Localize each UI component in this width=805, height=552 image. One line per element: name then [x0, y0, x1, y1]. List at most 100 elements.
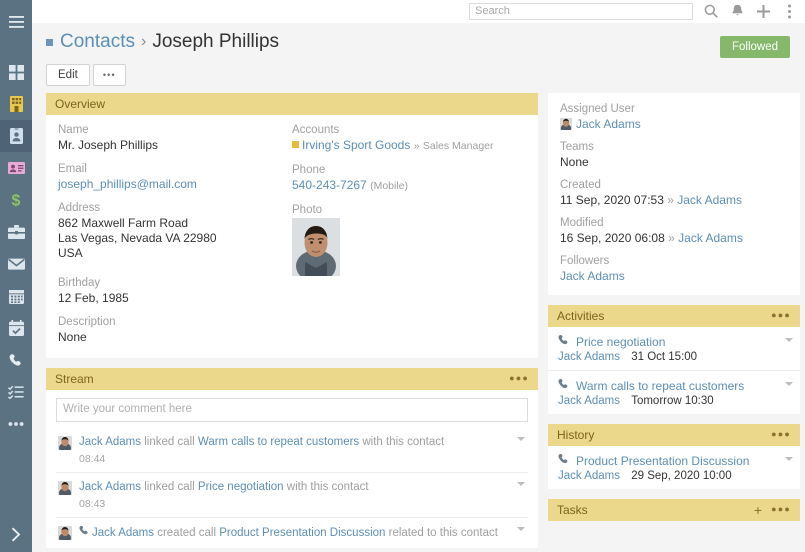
avatar	[58, 436, 72, 450]
chevron-down-icon[interactable]	[517, 437, 525, 441]
sidebar-item-emails[interactable]	[0, 248, 32, 280]
field-email-value[interactable]: joseph_phillips@mail.com	[58, 177, 197, 191]
side-info-body: Assigned User Jack Adams Teams None Crea…	[548, 93, 800, 295]
stream-subject[interactable]: Price negotiation	[198, 481, 284, 493]
field-modified-by[interactable]: Jack Adams	[678, 231, 743, 245]
overview-column-left: Name Mr. Joseph Phillips Email joseph_ph…	[58, 124, 292, 347]
history-name[interactable]: Product Presentation Discussion	[576, 454, 749, 468]
sidebar-item-meetings[interactable]	[0, 312, 32, 344]
main-region: Contacts › Joseph Phillips Followed Edit…	[32, 0, 805, 552]
magnifier-icon[interactable]	[703, 3, 719, 19]
field-address-label: Address	[58, 202, 101, 214]
chevron-down-icon[interactable]	[517, 527, 525, 531]
field-accounts-label: Accounts	[292, 124, 340, 136]
sidebar-item-calendar[interactable]	[0, 280, 32, 312]
list-item: Price negotiation Jack Adams 31 Oct 15:0…	[548, 327, 800, 370]
chevron-down-icon[interactable]	[785, 382, 793, 386]
breadcrumb-link-contacts[interactable]: Contacts	[60, 31, 135, 53]
history-panel-title: History	[557, 427, 595, 442]
field-description: Description None	[58, 316, 292, 345]
field-accounts-value[interactable]: Irving's Sport Goods	[302, 138, 410, 152]
detail-body: Overview Name Mr. Joseph Phillips Email	[32, 93, 805, 548]
tasks-panel-menu-icon[interactable]: ●●●	[771, 505, 791, 514]
stream-panel: Stream ●●● Write your comment here Jack …	[46, 368, 538, 548]
stream-subject[interactable]: Product Presentation Discussion	[219, 527, 385, 539]
field-birthday-value: 12 Feb, 1985	[58, 291, 129, 305]
sidebar-item-contacts[interactable]	[0, 120, 32, 152]
stream-actor[interactable]: Jack Adams	[92, 527, 154, 539]
stream-actor[interactable]: Jack Adams	[79, 481, 141, 493]
sidebar-nav: $	[0, 0, 32, 552]
sidebar-item-calls[interactable]	[0, 344, 32, 376]
phone-icon	[558, 453, 570, 468]
page-header: Contacts › Joseph Phillips Followed	[32, 23, 805, 58]
list-item: Warm calls to repeat customers Jack Adam…	[548, 370, 800, 414]
chevron-down-icon[interactable]	[785, 457, 793, 461]
hamburger-icon[interactable]	[0, 6, 32, 38]
activity-user[interactable]: Jack Adams	[558, 351, 620, 363]
account-marker-icon	[292, 141, 299, 149]
history-panel-menu-icon[interactable]: ●●●	[771, 430, 791, 439]
sidebar-item-leads[interactable]	[0, 152, 32, 184]
stream-list: Jack Adams linked call Warm calls to rep…	[56, 428, 528, 548]
edit-button[interactable]: Edit	[46, 64, 90, 86]
stream-panel-menu-icon[interactable]: ●●●	[509, 374, 529, 383]
history-user[interactable]: Jack Adams	[558, 470, 620, 482]
activities-panel-title: Activities	[557, 308, 605, 323]
stream-action: created call	[157, 527, 217, 539]
sidebar-item-dashboard[interactable]	[0, 56, 32, 88]
sidebar-item-opportunities[interactable]: $	[0, 184, 32, 216]
activity-name[interactable]: Warm calls to repeat customers	[576, 379, 744, 393]
field-created-label: Created	[560, 179, 601, 191]
chevron-down-icon[interactable]	[785, 338, 793, 342]
field-phone-label: Phone	[292, 164, 326, 176]
page-title: Joseph Phillips	[152, 31, 280, 52]
stream-item: Jack Adams linked call Warm calls to rep…	[56, 428, 528, 472]
stream-item: Jack Adams created call Product Presenta…	[56, 517, 528, 548]
stream-suffix: with this contact	[362, 436, 445, 448]
field-birthday-label: Birthday	[58, 277, 101, 289]
stream-suffix: with this contact	[286, 481, 369, 493]
field-followers-label: Followers	[560, 255, 610, 267]
field-created-by[interactable]: Jack Adams	[677, 193, 742, 207]
sidebar-item-accounts[interactable]	[0, 88, 32, 120]
stream-actor[interactable]: Jack Adams	[79, 436, 141, 448]
field-phone: Phone 540-243-7267 (Mobile)	[292, 164, 526, 194]
activity-name[interactable]: Price negotiation	[576, 335, 665, 349]
history-datetime: 29 Sep, 2020 10:00	[631, 470, 732, 482]
activity-user[interactable]: Jack Adams	[558, 395, 620, 407]
search-input[interactable]	[469, 2, 693, 20]
app-root: $ Search Contacts › Joseph Phillips Foll…	[0, 0, 805, 552]
followed-button[interactable]: Followed	[719, 36, 790, 58]
field-phone-value[interactable]: 540-243-7267	[292, 178, 367, 192]
activities-panel-menu-icon[interactable]: ●●●	[771, 311, 791, 320]
record-more-button[interactable]: •••	[92, 64, 126, 86]
history-panel-header: History ●●●	[548, 424, 800, 446]
field-modified-label: Modified	[560, 217, 604, 229]
stream-panel-body: Jack Adams linked call Warm calls to rep…	[46, 390, 538, 548]
sidebar-item-tasks[interactable]	[0, 376, 32, 408]
phone-icon	[558, 334, 570, 349]
plus-icon[interactable]	[755, 3, 771, 19]
stream-subject[interactable]: Warm calls to repeat customers	[198, 436, 359, 448]
overview-panel: Overview Name Mr. Joseph Phillips Email	[46, 93, 538, 358]
field-assigned-user-value[interactable]: Jack Adams	[576, 117, 641, 131]
entity-marker-icon	[46, 38, 53, 46]
sidebar-item-more[interactable]	[0, 408, 32, 440]
sidebar-item-cases[interactable]	[0, 216, 32, 248]
vertical-ellipsis-icon[interactable]	[781, 3, 797, 19]
field-photo-label: Photo	[292, 204, 323, 216]
contact-photo[interactable]	[292, 218, 340, 276]
activities-panel-body: Price negotiation Jack Adams 31 Oct 15:0…	[548, 327, 800, 414]
record-button-row: Edit •••	[32, 58, 805, 93]
stream-action: linked call	[144, 436, 195, 448]
field-assigned-user-label: Assigned User	[560, 103, 635, 115]
comment-input[interactable]	[56, 398, 528, 422]
chevron-down-icon[interactable]	[517, 482, 525, 486]
tasks-panel-header: Tasks + ●●●	[548, 499, 800, 521]
chevron-right-icon[interactable]	[0, 520, 32, 548]
add-task-button[interactable]: +	[754, 503, 762, 517]
field-followers-value[interactable]: Jack Adams	[560, 269, 625, 283]
bell-icon[interactable]	[729, 3, 745, 19]
stream-time: 08:44	[79, 453, 106, 465]
